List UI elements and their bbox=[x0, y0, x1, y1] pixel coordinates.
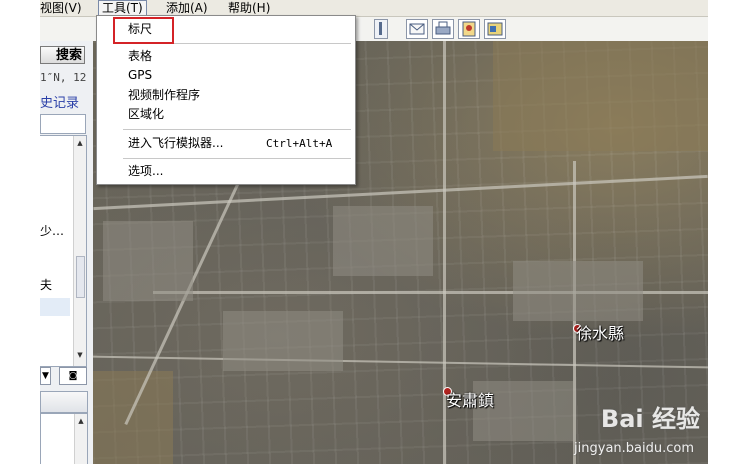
menu-add[interactable]: 添加(A) bbox=[166, 0, 208, 16]
menu-item-label: GPS bbox=[128, 68, 153, 82]
baidu-watermark-logo: Bai 经验 bbox=[600, 405, 700, 433]
farmland-area bbox=[93, 371, 173, 464]
image-icon[interactable] bbox=[484, 19, 506, 39]
menu-item-label: 选项... bbox=[128, 164, 164, 178]
print-icon[interactable] bbox=[432, 19, 454, 39]
menu-item-flight-simulator[interactable]: 进入飞行模拟器... Ctrl+Alt+A bbox=[97, 134, 355, 153]
search-button[interactable]: 搜索 bbox=[40, 46, 85, 64]
history-link[interactable]: 史记录 bbox=[40, 92, 79, 111]
layers-panel-header[interactable] bbox=[40, 391, 88, 413]
building-block bbox=[333, 206, 433, 276]
list-item[interactable]: 夫 bbox=[40, 276, 52, 293]
view-in-maps-icon[interactable] bbox=[458, 19, 480, 39]
scroll-down-icon[interactable]: ▼ bbox=[75, 350, 85, 361]
place-label-xushui[interactable]: 徐水縣 bbox=[576, 320, 624, 344]
email-icon[interactable] bbox=[406, 19, 428, 39]
menu-item-gps[interactable]: GPS bbox=[97, 66, 355, 85]
search-input[interactable] bbox=[40, 114, 86, 134]
scroll-up-icon[interactable]: ▲ bbox=[76, 416, 86, 427]
menu-item-label: 进入飞行模拟器... bbox=[128, 136, 224, 150]
menu-item-table[interactable]: 表格 bbox=[97, 47, 355, 66]
dropdown-arrow-icon[interactable]: ▼ bbox=[40, 367, 51, 385]
menu-item-label: 区域化 bbox=[128, 107, 165, 121]
sidebar: 搜索 1″N, 12 史记录 少… 夫 ▲ ▼ ▼ ◙ ▲ bbox=[40, 41, 95, 464]
coordinates-readout: 1″N, 12 bbox=[40, 71, 87, 84]
building-block bbox=[103, 221, 193, 301]
places-list: 少… 夫 ▲ ▼ bbox=[40, 135, 87, 367]
baidu-watermark-url: jingyan.baidu.com bbox=[574, 441, 694, 456]
menu-help[interactable]: 帮助(H) bbox=[228, 0, 270, 16]
menu-divider bbox=[123, 158, 351, 159]
list-item-selected[interactable] bbox=[40, 298, 70, 316]
annotation-highlight-box bbox=[113, 17, 174, 44]
menu-item-label: 视频制作程序 bbox=[128, 88, 201, 102]
list-controls: ▼ ◙ bbox=[40, 365, 95, 387]
layers-scrollbar[interactable]: ▲ bbox=[74, 414, 87, 464]
menu-tools[interactable]: 工具(T) bbox=[98, 0, 147, 16]
list-item[interactable]: 少… bbox=[40, 222, 64, 239]
scroll-thumb[interactable] bbox=[76, 256, 85, 298]
menu-item-options[interactable]: 选项... bbox=[97, 162, 355, 181]
list-scrollbar[interactable]: ▲ ▼ bbox=[73, 136, 86, 366]
place-label-ansu[interactable]: 安肅鎮 bbox=[446, 387, 494, 411]
menu-item-shortcut: Ctrl+Alt+A bbox=[266, 137, 333, 150]
menu-item-regionate[interactable]: 区域化 bbox=[97, 105, 355, 124]
road bbox=[93, 355, 708, 369]
layer-tool-icon[interactable]: ◙ bbox=[59, 367, 87, 385]
toolbar-handle[interactable] bbox=[374, 19, 388, 39]
menu-divider bbox=[123, 129, 351, 130]
building-block bbox=[223, 311, 343, 371]
layers-panel: ▲ bbox=[40, 413, 88, 464]
building-block bbox=[513, 261, 643, 321]
menu-item-movie-maker[interactable]: 视频制作程序 bbox=[97, 86, 355, 105]
menu-item-label: 表格 bbox=[128, 49, 153, 63]
menu-view[interactable]: 视图(V) bbox=[40, 0, 82, 16]
farmland-area bbox=[493, 41, 708, 151]
scroll-up-icon[interactable]: ▲ bbox=[75, 138, 85, 149]
